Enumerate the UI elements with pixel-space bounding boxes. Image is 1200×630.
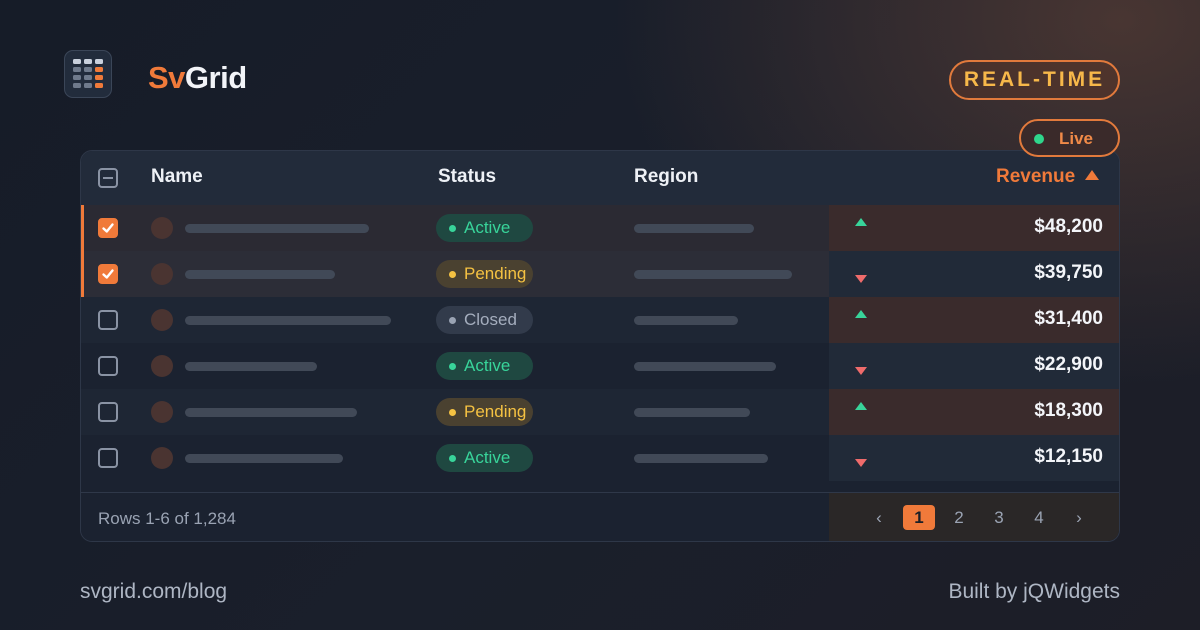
name-placeholder xyxy=(185,408,357,417)
status-label: Closed xyxy=(464,310,517,329)
status-label: Pending xyxy=(464,264,527,283)
grid-header: Name Status Region Revenue xyxy=(81,151,1119,206)
table-row[interactable]: Pending $18,300 xyxy=(81,389,1119,435)
table-row[interactable]: Active $48,200 xyxy=(81,205,1119,251)
table-row[interactable]: Active $12,150 xyxy=(81,435,1119,481)
trend-down-icon xyxy=(855,367,867,375)
row-checkbox[interactable] xyxy=(98,310,118,330)
status-badge: Closed xyxy=(436,306,533,334)
avatar xyxy=(151,263,173,285)
grid-footer: Rows 1-6 of 1,284 ‹ 1 2 3 4 › xyxy=(81,492,1119,541)
credit-text: Built by jQWidgets xyxy=(948,580,1120,603)
status-dot-icon xyxy=(449,271,456,278)
region-placeholder xyxy=(634,408,750,417)
revenue-value: $12,150 xyxy=(1034,446,1103,467)
brand-suffix: Grid xyxy=(184,60,247,95)
column-header-region[interactable]: Region xyxy=(634,166,698,188)
revenue-value: $31,400 xyxy=(1034,308,1103,329)
revenue-value: $48,200 xyxy=(1034,216,1103,237)
row-checkbox[interactable] xyxy=(98,218,118,238)
trend-up-icon xyxy=(855,218,867,226)
pagination: ‹ 1 2 3 4 › xyxy=(829,493,1119,541)
status-badge: Active xyxy=(436,444,533,472)
page-button-3[interactable]: 3 xyxy=(983,505,1015,530)
status-dot-icon xyxy=(449,363,456,370)
checkmark-icon xyxy=(102,223,114,233)
column-header-name[interactable]: Name xyxy=(151,166,203,188)
revenue-cell: $18,300 xyxy=(829,389,1119,435)
live-dot-icon xyxy=(1034,134,1044,144)
checkmark-icon xyxy=(102,269,114,279)
status-badge: Pending xyxy=(436,260,533,288)
avatar xyxy=(151,401,173,423)
blog-url[interactable]: svgrid.com/blog xyxy=(80,580,227,604)
trend-down-icon xyxy=(855,275,867,283)
page-button-1[interactable]: 1 xyxy=(903,505,935,530)
column-header-revenue[interactable]: Revenue xyxy=(996,166,1075,188)
row-checkbox[interactable] xyxy=(98,356,118,376)
table-row[interactable]: Pending $39,750 xyxy=(81,251,1119,297)
brand-name: SvGrid xyxy=(148,60,247,96)
row-checkbox[interactable] xyxy=(98,448,118,468)
name-placeholder xyxy=(185,454,343,463)
row-checkbox[interactable] xyxy=(98,402,118,422)
region-placeholder xyxy=(634,316,738,325)
status-label: Active xyxy=(464,448,511,467)
status-label: Pending xyxy=(464,402,527,421)
status-badge: Pending xyxy=(436,398,533,426)
realtime-badge: REAL-TIME xyxy=(949,60,1120,100)
selection-accent xyxy=(81,205,84,251)
status-dot-icon xyxy=(449,455,456,462)
revenue-value: $39,750 xyxy=(1034,262,1103,283)
status-label: Active xyxy=(464,218,511,237)
avatar xyxy=(151,309,173,331)
status-label: Active xyxy=(464,356,511,375)
name-placeholder xyxy=(185,224,369,233)
revenue-cell: $31,400 xyxy=(829,297,1119,343)
region-placeholder xyxy=(634,224,754,233)
brand-prefix: Sv xyxy=(148,60,185,95)
status-dot-icon xyxy=(449,225,456,232)
trend-up-icon xyxy=(855,310,867,318)
select-all-checkbox[interactable] xyxy=(98,168,118,188)
region-placeholder xyxy=(634,362,776,371)
status-dot-icon xyxy=(449,317,456,324)
revenue-value: $18,300 xyxy=(1034,400,1103,421)
column-header-status[interactable]: Status xyxy=(438,166,496,188)
spreadsheet-icon xyxy=(64,50,112,98)
next-page-button[interactable]: › xyxy=(1063,505,1095,530)
live-label: Live xyxy=(1059,129,1094,148)
page-button-2[interactable]: 2 xyxy=(943,505,975,530)
row-count-info: Rows 1-6 of 1,284 xyxy=(98,509,236,528)
avatar xyxy=(151,217,173,239)
prev-page-button[interactable]: ‹ xyxy=(863,505,895,530)
selection-accent xyxy=(81,251,84,297)
status-dot-icon xyxy=(449,409,456,416)
name-placeholder xyxy=(185,270,335,279)
live-badge: Live xyxy=(1019,119,1120,157)
trend-up-icon xyxy=(855,402,867,410)
data-grid: Name Status Region Revenue Active $48,200… xyxy=(80,150,1120,542)
avatar xyxy=(151,355,173,377)
row-checkbox[interactable] xyxy=(98,264,118,284)
sort-ascending-icon[interactable] xyxy=(1085,170,1099,180)
avatar xyxy=(151,447,173,469)
table-row[interactable]: Closed $31,400 xyxy=(81,297,1119,343)
table-row[interactable]: Active $22,900 xyxy=(81,343,1119,389)
revenue-cell: $22,900 xyxy=(829,343,1119,389)
region-placeholder xyxy=(634,270,792,279)
status-badge: Active xyxy=(436,214,533,242)
region-placeholder xyxy=(634,454,768,463)
status-badge: Active xyxy=(436,352,533,380)
revenue-cell: $39,750 xyxy=(829,251,1119,297)
revenue-cell: $12,150 xyxy=(829,435,1119,481)
name-placeholder xyxy=(185,362,317,371)
page-button-4[interactable]: 4 xyxy=(1023,505,1055,530)
revenue-value: $22,900 xyxy=(1034,354,1103,375)
trend-down-icon xyxy=(855,459,867,467)
name-placeholder xyxy=(185,316,391,325)
revenue-cell: $48,200 xyxy=(829,205,1119,251)
